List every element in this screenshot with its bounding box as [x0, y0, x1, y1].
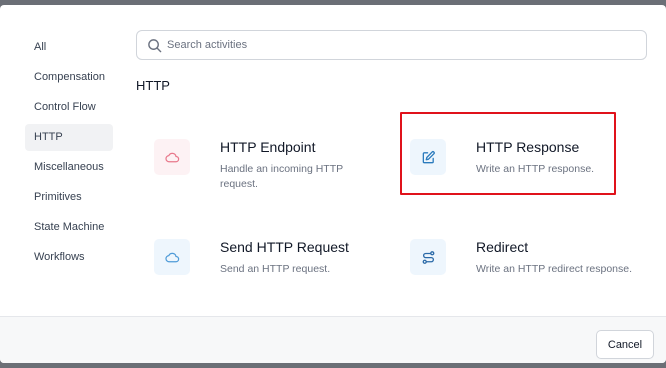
- activity-card-redirect[interactable]: Redirect Write an HTTP redirect response…: [410, 239, 640, 309]
- activity-icon-tile: [154, 139, 190, 175]
- section-title: HTTP: [136, 78, 170, 93]
- sidebar-item-compensation[interactable]: Compensation: [25, 64, 113, 91]
- activity-title: Redirect: [476, 239, 529, 255]
- activity-title: Send HTTP Request: [220, 239, 349, 255]
- sidebar-item-primitives[interactable]: Primitives: [25, 184, 113, 211]
- activity-icon-tile: [154, 239, 190, 275]
- search-icon: [148, 38, 162, 52]
- activity-icon-tile: [410, 239, 446, 275]
- cloud-icon: [164, 152, 179, 162]
- activity-title: HTTP Response: [476, 139, 580, 155]
- sidebar-item-state-machine[interactable]: State Machine: [25, 214, 113, 241]
- activity-description: Handle an incoming HTTP request.: [220, 163, 343, 190]
- sidebar-item-control-flow[interactable]: Control Flow: [25, 94, 113, 121]
- activity-card-http-endpoint[interactable]: HTTP Endpoint Handle an incoming HTTP re…: [154, 139, 384, 209]
- search-input[interactable]: [167, 39, 637, 51]
- activity-description: Write an HTTP response.: [476, 163, 595, 175]
- category-sidebar: All Compensation Control Flow HTTP Misce…: [25, 34, 113, 274]
- sidebar-item-http[interactable]: HTTP: [25, 124, 113, 151]
- sidebar-item-miscellaneous[interactable]: Miscellaneous: [25, 154, 113, 181]
- route-icon: [422, 250, 434, 264]
- activity-description: Send an HTTP request.: [220, 263, 331, 275]
- search-box: [136, 30, 647, 60]
- activity-description: Write an HTTP redirect response.: [476, 263, 633, 275]
- edit-icon: [422, 150, 435, 163]
- cloud-icon: [164, 252, 179, 262]
- cancel-button[interactable]: Cancel: [596, 330, 654, 359]
- activity-card-http-response[interactable]: HTTP Response Write an HTTP response.: [410, 139, 640, 209]
- activity-icon-tile: [410, 139, 446, 175]
- sidebar-item-all[interactable]: All: [25, 34, 113, 61]
- activity-picker-dialog: All Compensation Control Flow HTTP Misce…: [0, 5, 666, 363]
- activity-title: HTTP Endpoint: [220, 139, 316, 155]
- dialog-footer: Cancel: [0, 316, 666, 363]
- activity-card-send-http-request[interactable]: Send HTTP Request Send an HTTP request.: [154, 239, 384, 309]
- sidebar-item-workflows[interactable]: Workflows: [25, 244, 113, 271]
